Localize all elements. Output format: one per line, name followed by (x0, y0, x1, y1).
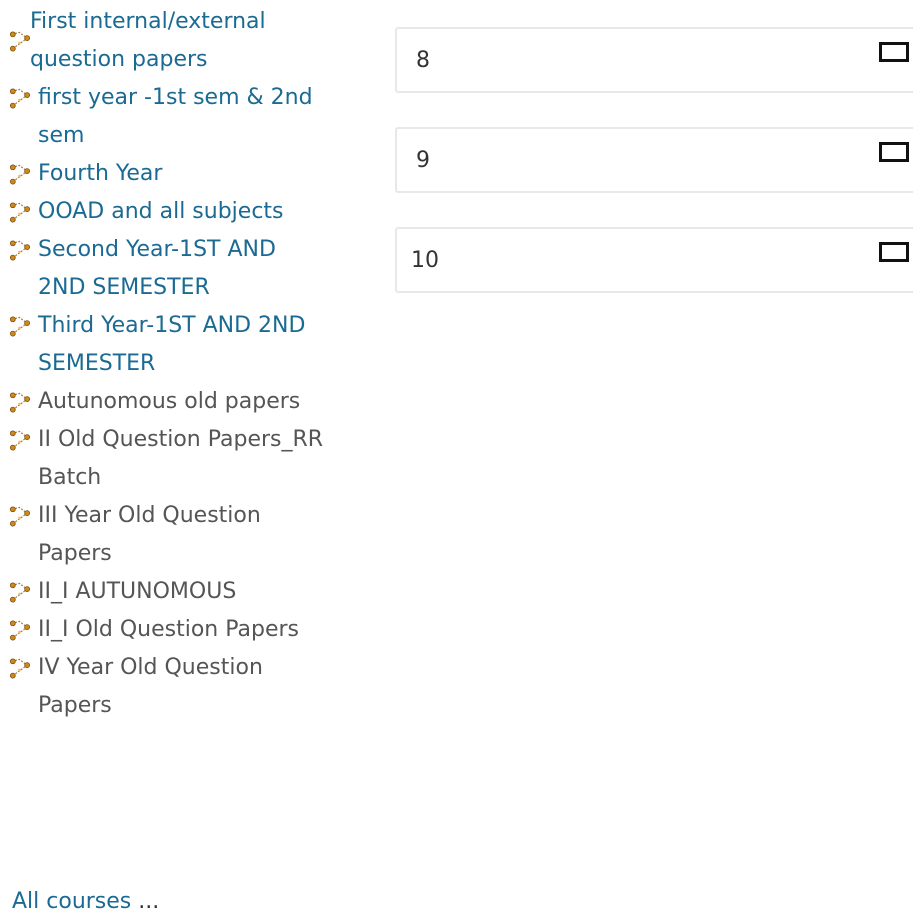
course-item: II_I AUTUNOMOUS (0, 573, 330, 611)
course-link[interactable]: First internal/external question papers (30, 3, 330, 79)
course-item: OOAD and all subjects (0, 193, 330, 231)
course-item: II_I Old Question Papers (0, 611, 330, 649)
course-item: first year -1st sem & 2nd sem (0, 79, 330, 155)
question-box-8[interactable]: 8 (395, 27, 913, 93)
page: First internal/external question papers … (0, 0, 913, 918)
course-category-icon (0, 193, 30, 231)
course-category-icon (0, 383, 30, 421)
all-courses-ellipsis: ... (138, 889, 160, 914)
course-item: IV Year Old Question Papers (0, 649, 330, 725)
all-courses-footer: All courses ... (12, 883, 159, 918)
course-item: Autunomous old papers (0, 383, 330, 421)
course-item: Second Year-1ST AND 2ND SEMESTER (0, 231, 330, 307)
flag-checkbox-icon[interactable] (879, 42, 909, 62)
question-number: 9 (416, 148, 430, 173)
course-link[interactable]: Second Year-1ST AND 2ND SEMESTER (30, 231, 330, 307)
course-link-hidden[interactable]: III Year Old Question Papers (30, 497, 330, 573)
course-link-hidden[interactable]: II_I Old Question Papers (30, 611, 330, 649)
course-category-icon (0, 649, 30, 687)
question-number: 8 (416, 48, 430, 73)
course-category-icon (0, 611, 30, 649)
course-category-icon (0, 231, 30, 269)
course-item: Third Year-1ST AND 2ND SEMESTER (0, 307, 330, 383)
course-link-hidden[interactable]: II Old Question Papers_RR Batch (30, 421, 330, 497)
course-link-hidden[interactable]: II_I AUTUNOMOUS (30, 573, 330, 611)
course-item: First internal/external question papers (0, 3, 330, 79)
course-link-hidden[interactable]: Autunomous old papers (30, 383, 330, 421)
course-link[interactable]: Third Year-1ST AND 2ND SEMESTER (30, 307, 330, 383)
course-item: Fourth Year (0, 155, 330, 193)
course-item: II Old Question Papers_RR Batch (0, 421, 330, 497)
course-category-icon (0, 573, 30, 611)
course-category-icon (0, 3, 30, 79)
course-link[interactable]: Fourth Year (30, 155, 330, 193)
question-number: 10 (411, 248, 439, 273)
course-category-icon (0, 155, 30, 193)
flag-checkbox-icon[interactable] (879, 142, 909, 162)
course-category-icon (0, 497, 30, 535)
all-courses-link[interactable]: All courses (12, 889, 131, 914)
question-box-9[interactable]: 9 (395, 127, 913, 193)
flag-checkbox-icon[interactable] (879, 242, 909, 262)
course-category-icon (0, 307, 30, 345)
course-item: III Year Old Question Papers (0, 497, 330, 573)
course-link-hidden[interactable]: IV Year Old Question Papers (30, 649, 330, 725)
course-category-icon (0, 421, 30, 459)
question-box-10[interactable]: 10 (395, 227, 913, 293)
course-link[interactable]: OOAD and all subjects (30, 193, 330, 231)
course-list: First internal/external question papers … (0, 3, 330, 725)
course-link[interactable]: first year -1st sem & 2nd sem (30, 79, 330, 155)
course-category-icon (0, 79, 30, 117)
